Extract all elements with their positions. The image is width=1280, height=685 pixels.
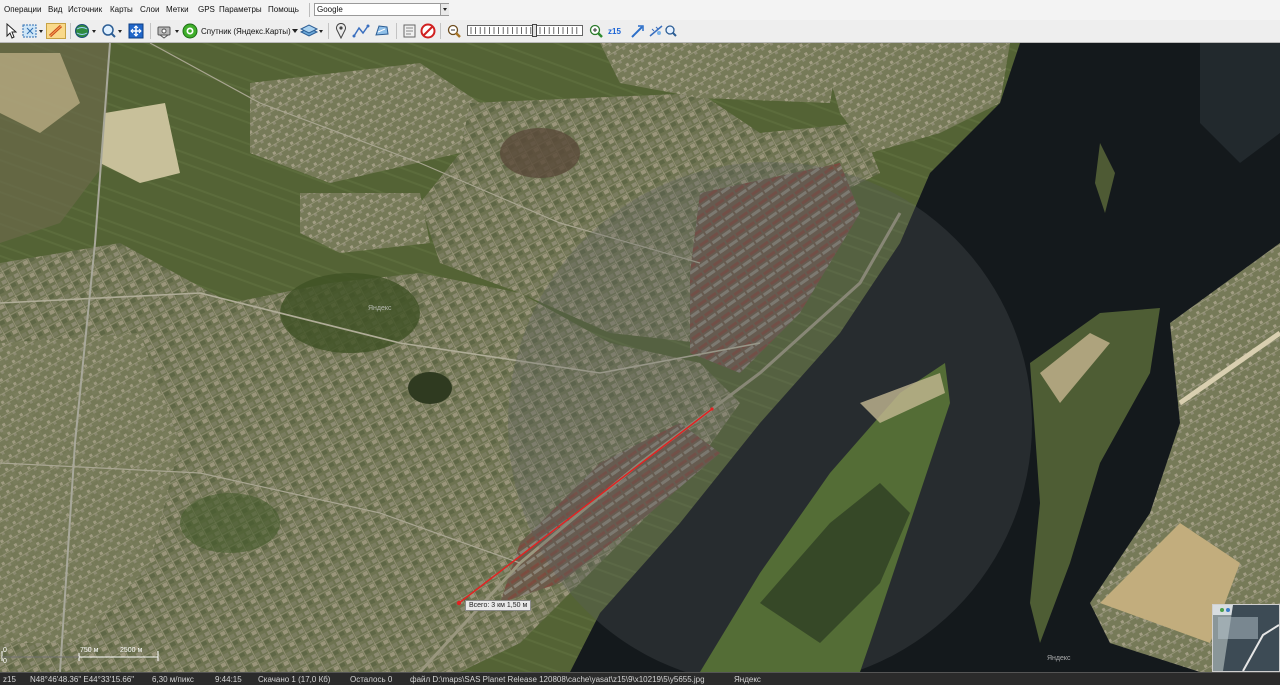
scale-bar: 750 м 2500 м 0 0	[0, 633, 160, 665]
status-watermark: Яндекс	[734, 675, 761, 684]
scale-label-750: 750 м	[80, 647, 99, 654]
minimap[interactable]	[1212, 604, 1280, 672]
toolbar: Спутник (Яндекс.Карты) z15	[0, 20, 1280, 43]
menu-help[interactable]: Помощь	[268, 5, 299, 14]
zoom-tool-icon[interactable]	[100, 23, 124, 39]
status-resolution: 6,30 м/пикс	[152, 675, 194, 684]
zoom-slider[interactable]	[467, 24, 583, 37]
toolbar-separator	[328, 23, 329, 39]
toolbar-separator	[150, 23, 151, 39]
chevron-down-icon	[292, 29, 298, 33]
menu-marks[interactable]: Метки	[166, 5, 189, 14]
menu-source[interactable]: Источник	[68, 5, 102, 14]
globe-icon[interactable]	[74, 23, 98, 39]
path-icon[interactable]	[352, 23, 370, 39]
status-time: 9:44:15	[215, 675, 242, 684]
zoom-slider-ticks	[470, 27, 578, 34]
status-bar: z15 N48°46'48.36" E44°33'15.66" 6,30 м/п…	[0, 672, 1280, 685]
ruler-icon[interactable]	[46, 23, 66, 39]
search-provider-label: Google	[317, 5, 343, 14]
marks-manager-icon[interactable]	[402, 23, 418, 39]
search-icon[interactable]	[664, 23, 678, 39]
menu-operations[interactable]: Операции	[4, 5, 41, 14]
fullscreen-icon[interactable]	[128, 23, 144, 39]
menu-layers[interactable]: Слои	[140, 5, 159, 14]
scale-label-zero: 0	[3, 647, 7, 654]
yandex-watermark: Яндекс	[1047, 655, 1071, 662]
block-icon[interactable]	[420, 23, 436, 39]
map-source-label: Спутник (Яндекс.Карты)	[201, 27, 291, 36]
map-imagery	[0, 43, 1280, 672]
toolbar-separator	[396, 23, 397, 39]
scale-label-2500: 2500 м	[120, 647, 143, 654]
status-coordinates: N48°46'48.36" E44°33'15.66"	[30, 675, 135, 684]
zoom-level-label: z15	[608, 27, 621, 36]
menu-maps[interactable]: Карты	[110, 5, 133, 14]
menu-parameters[interactable]: Параметры	[219, 5, 262, 14]
status-zoom: z15	[3, 675, 16, 684]
measure-distance-label: Всего: 3 км 1,50 м	[465, 600, 532, 611]
yandex-watermark: Яндекс	[368, 305, 392, 312]
satellite-map[interactable]: Всего: 3 км 1,50 м Яндекс Яндекс 750 м 2…	[0, 43, 1280, 672]
go-to-icon[interactable]	[630, 23, 646, 39]
search-dropdown-button[interactable]	[440, 4, 449, 15]
zoom-slider-thumb[interactable]	[532, 24, 538, 37]
toolbar-separator	[70, 23, 71, 39]
menu-gps[interactable]: GPS	[198, 5, 215, 14]
status-downloaded: Скачано 1 (17,0 Кб)	[258, 675, 331, 684]
polygon-icon[interactable]	[373, 23, 391, 39]
search-input[interactable]	[351, 4, 439, 15]
zoom-out-icon[interactable]	[446, 23, 462, 39]
menu-bar: Операции Вид Источник Карты Слои Метки G…	[0, 0, 1280, 21]
scale-label-zero-lower: 0	[3, 658, 7, 665]
layers-icon[interactable]	[300, 23, 324, 39]
distance-icon[interactable]	[648, 23, 664, 39]
menu-separator	[309, 3, 310, 17]
map-source-logo-icon	[182, 23, 198, 39]
cursor-arrow-icon[interactable]	[5, 23, 17, 39]
select-area-icon[interactable]	[22, 23, 44, 39]
placemark-icon[interactable]	[335, 23, 347, 39]
status-remaining: Осталось 0	[350, 675, 393, 684]
satellite-icon[interactable]	[155, 23, 181, 39]
zoom-in-icon[interactable]	[588, 23, 604, 39]
status-file-path: файл D:\maps\SAS Planet Release 120808\c…	[410, 675, 705, 684]
toolbar-separator	[440, 23, 441, 39]
menu-view[interactable]: Вид	[48, 5, 62, 14]
